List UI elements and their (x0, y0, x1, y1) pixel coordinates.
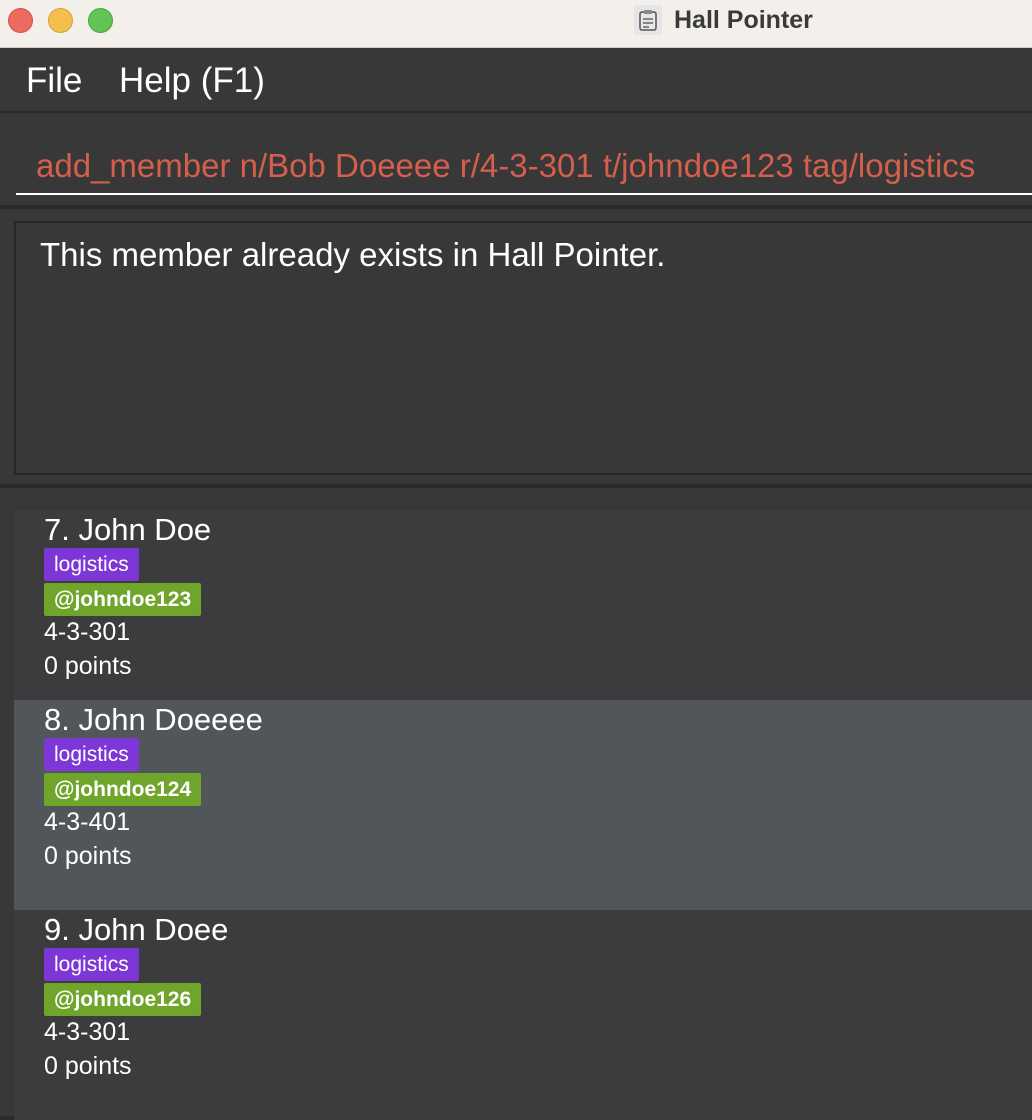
maximize-window-button[interactable] (88, 8, 113, 33)
command-box (0, 113, 1032, 209)
title-bar: Hall Pointer (0, 0, 1032, 48)
role-tag: logistics (44, 948, 139, 981)
telegram-tag: @johndoe126 (44, 983, 202, 1016)
menu-help[interactable]: Help (F1) (119, 61, 265, 101)
member-card[interactable]: 9. John Doee logistics @johndoe126 4-3-3… (14, 910, 1032, 1120)
member-room: 4-3-401 (44, 808, 131, 836)
menu-bar: File Help (F1) (0, 48, 1032, 113)
role-tag: logistics (44, 738, 139, 771)
member-name: 8. John Doeeee (44, 702, 263, 737)
result-display-panel: This member already exists in Hall Point… (0, 209, 1032, 488)
menu-file[interactable]: File (26, 61, 82, 101)
command-input[interactable] (16, 113, 1032, 195)
member-card[interactable]: 7. John Doe logistics @johndoe123 4-3-30… (14, 510, 1032, 720)
member-name: 7. John Doe (44, 512, 212, 547)
minimize-window-button[interactable] (48, 8, 73, 33)
window-title-text: Hall Pointer (674, 5, 813, 34)
member-points: 0 points (44, 842, 132, 870)
member-list[interactable]: 7. John Doe logistics @johndoe123 4-3-30… (0, 488, 1032, 1120)
close-window-button[interactable] (8, 8, 33, 33)
telegram-tag: @johndoe123 (44, 583, 202, 616)
result-message: This member already exists in Hall Point… (40, 236, 666, 273)
member-name: 9. John Doee (44, 912, 229, 947)
result-display[interactable]: This member already exists in Hall Point… (14, 221, 1032, 475)
member-room: 4-3-301 (44, 618, 131, 646)
role-tag: logistics (44, 548, 139, 581)
telegram-tag: @johndoe124 (44, 773, 202, 806)
member-room: 4-3-301 (44, 1018, 131, 1046)
member-points: 0 points (44, 1052, 132, 1080)
clipboard-icon (634, 5, 662, 35)
window-title: Hall Pointer (634, 3, 813, 37)
member-points: 0 points (44, 652, 132, 680)
member-card-selected[interactable]: 8. John Doeeee logistics @johndoe124 4-3… (14, 700, 1032, 910)
